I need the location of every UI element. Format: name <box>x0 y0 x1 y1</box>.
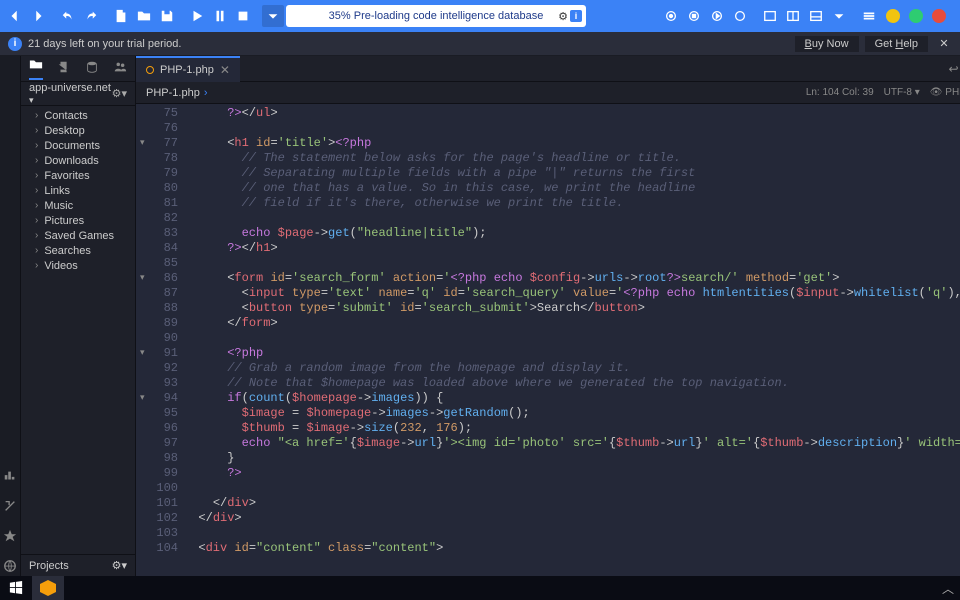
breadcrumb-chevron-icon[interactable]: › <box>204 87 208 99</box>
main-toolbar: 35% Pre-loading code intelligence databa… <box>0 0 960 32</box>
search-info-icon[interactable]: i <box>570 10 582 22</box>
layout-split-icon[interactable] <box>782 5 804 27</box>
tree-item[interactable]: Desktop <box>21 123 135 138</box>
menu-icon[interactable] <box>858 5 880 27</box>
tree-item[interactable]: Pictures <box>21 213 135 228</box>
sidebar-tab-db[interactable] <box>85 60 99 77</box>
editor-area: PHP-1.php ✕ ↩ ＋ PHP-1.php › Ln: 104 Col:… <box>136 56 960 576</box>
rail-branch-icon[interactable] <box>0 496 20 516</box>
fold-icon[interactable]: ▾ <box>140 346 145 361</box>
sidebar-tab-files[interactable] <box>29 57 43 80</box>
tree-item[interactable]: Searches <box>21 243 135 258</box>
tab-restore-icon[interactable]: ↩ <box>943 62 960 76</box>
layout-panel-icon[interactable] <box>805 5 827 27</box>
editor-tab-label: PHP-1.php <box>160 64 214 76</box>
info-icon: i <box>8 37 22 51</box>
tree-item[interactable]: Saved Games <box>21 228 135 243</box>
buy-now-button[interactable]: Buy Now <box>795 36 859 52</box>
back-button[interactable] <box>4 5 26 27</box>
layout-single-icon[interactable] <box>759 5 781 27</box>
trial-close-button[interactable]: ✕ <box>936 37 952 50</box>
play-button[interactable] <box>186 5 208 27</box>
sidebar-footer-label: Projects <box>29 560 69 572</box>
tab-close-icon[interactable]: ✕ <box>220 63 230 77</box>
pause-button[interactable] <box>209 5 231 27</box>
search-field[interactable]: 35% Pre-loading code intelligence databa… <box>286 5 586 27</box>
layout-dropdown[interactable] <box>828 5 850 27</box>
fold-icon[interactable]: ▾ <box>140 271 145 286</box>
window-min-icon[interactable] <box>882 5 904 27</box>
sidebar-footer: Projects ⚙▾ <box>21 554 135 576</box>
stop-button[interactable] <box>232 5 254 27</box>
fold-icon[interactable]: ▾ <box>140 136 145 151</box>
tree-item[interactable]: Downloads <box>21 153 135 168</box>
status-encoding[interactable]: UTF-8 ▾ <box>884 87 920 98</box>
sidebar-tab-copy[interactable] <box>57 60 71 77</box>
sidebar-host-name[interactable]: app-universe.net <box>29 82 112 106</box>
tree-item[interactable]: Music <box>21 198 135 213</box>
editor-tabs: PHP-1.php ✕ ↩ ＋ <box>136 56 960 82</box>
redo-button[interactable] <box>80 5 102 27</box>
undo-button[interactable] <box>57 5 79 27</box>
rail-star-icon[interactable] <box>0 526 20 546</box>
toolbar-dropdown[interactable] <box>262 5 284 27</box>
sidebar-tab-users[interactable] <box>113 60 127 77</box>
tree-item[interactable]: Documents <box>21 138 135 153</box>
new-file-button[interactable] <box>110 5 132 27</box>
activity-bar <box>0 56 21 576</box>
circle-stop-icon[interactable] <box>683 5 705 27</box>
fold-icon[interactable]: ▾ <box>140 391 145 406</box>
sidebar-footer-gear-icon[interactable]: ⚙▾ <box>112 559 127 572</box>
sidebar-file-tree: ContactsDesktopDocumentsDownloadsFavorit… <box>21 106 135 554</box>
code-lines[interactable]: ?></ul> <h1 id='title'><?php // The stat… <box>184 104 960 576</box>
open-file-button[interactable] <box>133 5 155 27</box>
windows-taskbar: ︿ <box>0 576 960 600</box>
circle-play-icon[interactable] <box>706 5 728 27</box>
window-close-icon[interactable] <box>928 5 950 27</box>
rail-globe-icon[interactable] <box>0 556 20 576</box>
status-language[interactable]: PHP <box>930 87 960 98</box>
tree-item[interactable]: Contacts <box>21 108 135 123</box>
record-icon[interactable] <box>660 5 682 27</box>
trial-notification-bar: i 21 days left on your trial period. Buy… <box>0 32 960 56</box>
sidebar-gear-icon[interactable]: ⚙▾ <box>112 87 127 100</box>
editor-tab-active[interactable]: PHP-1.php ✕ <box>136 56 240 82</box>
tree-item[interactable]: Videos <box>21 258 135 273</box>
sidebar-tabs <box>21 56 135 82</box>
status-position[interactable]: Ln: 104 Col: 39 <box>806 87 874 98</box>
breadcrumb-bar: PHP-1.php › Ln: 104 Col: 39 UTF-8 ▾ PHP <box>136 82 960 104</box>
get-help-button[interactable]: Get Help <box>865 36 928 52</box>
sidebar-host-header: app-universe.net ⚙▾ <box>21 82 135 106</box>
save-button[interactable] <box>156 5 178 27</box>
circle-save-icon[interactable] <box>729 5 751 27</box>
code-editor[interactable]: 757677▾787980818283848586▾8788899091▾929… <box>136 104 960 576</box>
line-number-gutter: 757677▾787980818283848586▾8788899091▾929… <box>136 104 184 576</box>
forward-button[interactable] <box>27 5 49 27</box>
breadcrumb-file[interactable]: PHP-1.php <box>146 87 200 99</box>
rail-chart-icon[interactable] <box>0 466 20 486</box>
taskbar-app-icon[interactable] <box>32 576 64 600</box>
tree-item[interactable]: Links <box>21 183 135 198</box>
search-gear-icon[interactable]: ⚙ <box>558 10 568 23</box>
start-button[interactable] <box>0 576 32 600</box>
window-max-icon[interactable] <box>905 5 927 27</box>
taskbar-tray-expand-icon[interactable]: ︿ <box>936 580 960 597</box>
search-status-text: 35% Pre-loading code intelligence databa… <box>329 10 544 22</box>
trial-message: 21 days left on your trial period. <box>28 38 181 50</box>
tree-item[interactable]: Favorites <box>21 168 135 183</box>
sidebar: app-universe.net ⚙▾ ContactsDesktopDocum… <box>21 56 136 576</box>
modified-indicator-icon <box>146 66 154 74</box>
